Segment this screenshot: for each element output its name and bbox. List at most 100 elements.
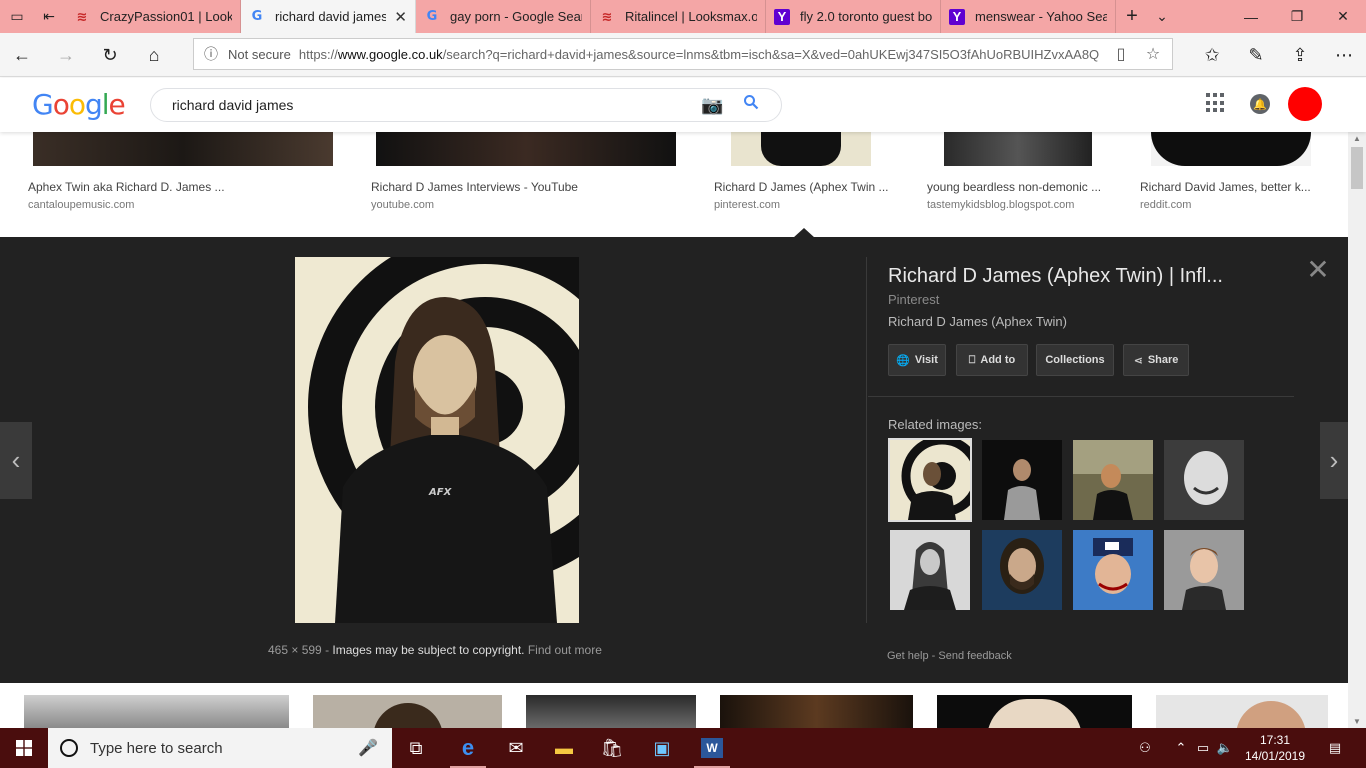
restore-icon[interactable]: ❐ bbox=[1274, 0, 1320, 33]
result-thumbnail[interactable] bbox=[376, 132, 676, 166]
minimize-icon[interactable]: — bbox=[1228, 0, 1274, 33]
result-thumbnail[interactable] bbox=[33, 132, 333, 166]
microphone-icon[interactable]: 🎤 bbox=[358, 738, 378, 758]
related-image[interactable] bbox=[1073, 530, 1153, 610]
scroll-up-icon[interactable]: ▲ bbox=[1353, 134, 1361, 143]
avatar[interactable] bbox=[1288, 87, 1322, 121]
previous-image-button[interactable]: ‹ bbox=[0, 422, 32, 499]
preview-title[interactable]: Richard D James (Aphex Twin) | Infl... bbox=[888, 265, 1278, 288]
looksmax-icon: ≋ bbox=[76, 8, 88, 24]
tab-preview-icon[interactable]: ▭ bbox=[0, 0, 34, 33]
result-caption[interactable]: Richard D James (Aphex Twin ... bbox=[714, 180, 896, 194]
page-scrollbar[interactable]: ▲ ▼ bbox=[1348, 132, 1366, 728]
store-icon[interactable]: 🛍 bbox=[588, 728, 636, 768]
home-icon[interactable]: ⌂ bbox=[132, 33, 176, 77]
result-thumbnail[interactable] bbox=[1156, 695, 1328, 728]
edge-icon[interactable]: e bbox=[444, 728, 492, 768]
related-image[interactable] bbox=[1164, 440, 1244, 520]
new-tab-icon[interactable]: + bbox=[1118, 0, 1146, 33]
web-note-icon[interactable]: ✎ bbox=[1234, 33, 1278, 77]
more-icon[interactable]: ⋯ bbox=[1322, 33, 1366, 77]
close-tab-icon[interactable]: ✕ bbox=[394, 8, 407, 26]
address-bar[interactable]: ⓘ Not secure https://www.google.co.uk/se… bbox=[193, 38, 1173, 70]
reading-view-icon[interactable]: ▯ bbox=[1106, 39, 1136, 69]
result-thumbnail[interactable] bbox=[24, 695, 289, 728]
tab-google-search[interactable]: G gay porn - Google Sear bbox=[416, 0, 591, 33]
result-thumbnail[interactable] bbox=[944, 132, 1092, 166]
photos-icon[interactable]: ▣ bbox=[638, 728, 686, 768]
collections-button[interactable]: Collections bbox=[1036, 344, 1114, 376]
refresh-icon[interactable]: ↻ bbox=[88, 33, 132, 77]
scroll-down-icon[interactable]: ▼ bbox=[1353, 717, 1361, 726]
related-image[interactable] bbox=[1073, 440, 1153, 520]
url-text[interactable]: https://www.google.co.uk/search?q=richar… bbox=[299, 47, 1099, 62]
show-hidden-icons-icon[interactable]: ⌃ bbox=[1170, 728, 1192, 768]
add-to-button[interactable]: ⎕ Add to bbox=[956, 344, 1028, 376]
set-aside-tabs-icon[interactable]: ⇤ bbox=[34, 0, 64, 33]
result-thumbnail[interactable] bbox=[1151, 132, 1311, 166]
apps-grid-icon[interactable] bbox=[1206, 93, 1226, 113]
result-caption[interactable]: Richard D James Interviews - YouTube bbox=[371, 180, 601, 194]
google-icon: G bbox=[251, 9, 263, 24]
share-icon[interactable]: ⇪ bbox=[1278, 33, 1322, 77]
tab-fly-toronto[interactable]: Y fly 2.0 toronto guest bo bbox=[766, 0, 941, 33]
result-thumbnail[interactable] bbox=[731, 132, 871, 166]
tab-crazypassion[interactable]: ≋ CrazyPassion01 | Looksm bbox=[66, 0, 241, 33]
result-thumbnail[interactable] bbox=[313, 695, 502, 728]
action-center-icon[interactable]: ▤ bbox=[1320, 728, 1350, 768]
visit-button[interactable]: 🌐 Visit bbox=[888, 344, 946, 376]
close-preview-icon[interactable]: ✕ bbox=[1305, 256, 1331, 284]
chevron-down-icon[interactable]: ⌄ bbox=[1148, 0, 1176, 33]
tab-richard-david-james[interactable]: G richard david james ✕ bbox=[241, 0, 416, 33]
favorite-star-icon[interactable]: ☆ bbox=[1138, 39, 1168, 69]
clock-date: 14/01/2019 bbox=[1244, 749, 1306, 763]
result-caption[interactable]: Aphex Twin aka Richard D. James ... bbox=[28, 180, 228, 194]
result-caption[interactable]: young beardless non-demonic ... bbox=[927, 180, 1109, 194]
related-image[interactable] bbox=[888, 438, 972, 522]
back-icon[interactable]: ← bbox=[0, 33, 44, 77]
word-icon[interactable]: W bbox=[688, 728, 736, 768]
related-image[interactable] bbox=[890, 530, 970, 610]
close-window-icon[interactable]: ✕ bbox=[1320, 0, 1366, 33]
get-help-link[interactable]: Get help bbox=[887, 650, 929, 662]
search-input[interactable] bbox=[172, 97, 672, 113]
taskbar-search[interactable]: Type here to search 🎤 bbox=[48, 728, 392, 768]
looksmax-icon: ≋ bbox=[601, 8, 613, 24]
taskbar-clock[interactable]: 17:31 14/01/2019 bbox=[1240, 732, 1310, 764]
result-caption[interactable]: Richard David James, better k... bbox=[1140, 180, 1322, 194]
bookmark-icon: ⎕ bbox=[968, 353, 976, 366]
preview-image[interactable]: AFX bbox=[295, 257, 579, 623]
camera-icon[interactable]: 📷 bbox=[701, 95, 723, 116]
related-image[interactable] bbox=[982, 530, 1062, 610]
share-button[interactable]: ⋖ Share bbox=[1123, 344, 1189, 376]
preview-site: Pinterest bbox=[888, 292, 940, 307]
file-explorer-icon[interactable]: ▬ bbox=[540, 728, 588, 768]
notifications-icon[interactable]: 🔔 bbox=[1250, 94, 1270, 114]
search-icon[interactable] bbox=[743, 94, 759, 115]
forward-icon[interactable]: → bbox=[44, 33, 88, 77]
next-image-button[interactable]: › bbox=[1320, 422, 1348, 499]
mail-icon[interactable]: ✉ bbox=[492, 728, 540, 768]
task-view-icon[interactable]: ⧉ bbox=[392, 728, 440, 768]
send-feedback-link[interactable]: Send feedback bbox=[938, 650, 1011, 662]
related-image[interactable] bbox=[982, 440, 1062, 520]
tab-menswear[interactable]: Y menswear - Yahoo Sear bbox=[941, 0, 1116, 33]
related-image[interactable] bbox=[1164, 530, 1244, 610]
favorites-hub-icon[interactable]: ✩ bbox=[1190, 33, 1234, 77]
selection-pointer bbox=[793, 228, 815, 238]
windows-start-icon[interactable] bbox=[0, 728, 48, 768]
result-thumbnail[interactable] bbox=[526, 695, 696, 728]
info-icon[interactable]: ⓘ bbox=[204, 44, 228, 64]
people-icon[interactable]: ⚇ bbox=[1130, 728, 1160, 768]
scroll-thumb[interactable] bbox=[1351, 147, 1363, 189]
tab-title: menswear - Yahoo Sear bbox=[975, 9, 1107, 24]
result-thumbnail[interactable] bbox=[937, 695, 1132, 728]
network-icon[interactable]: ▭ bbox=[1192, 728, 1214, 768]
result-thumbnail[interactable] bbox=[720, 695, 913, 728]
google-logo[interactable]: Google bbox=[32, 88, 126, 121]
preview-description: Richard D James (Aphex Twin) bbox=[888, 314, 1067, 329]
yahoo-icon: Y bbox=[949, 8, 965, 25]
find-out-more-link[interactable]: Find out more bbox=[528, 643, 602, 657]
volume-icon[interactable]: 🔈 bbox=[1214, 728, 1236, 768]
tab-ritalincel[interactable]: ≋ Ritalincel | Looksmax.or bbox=[591, 0, 766, 33]
